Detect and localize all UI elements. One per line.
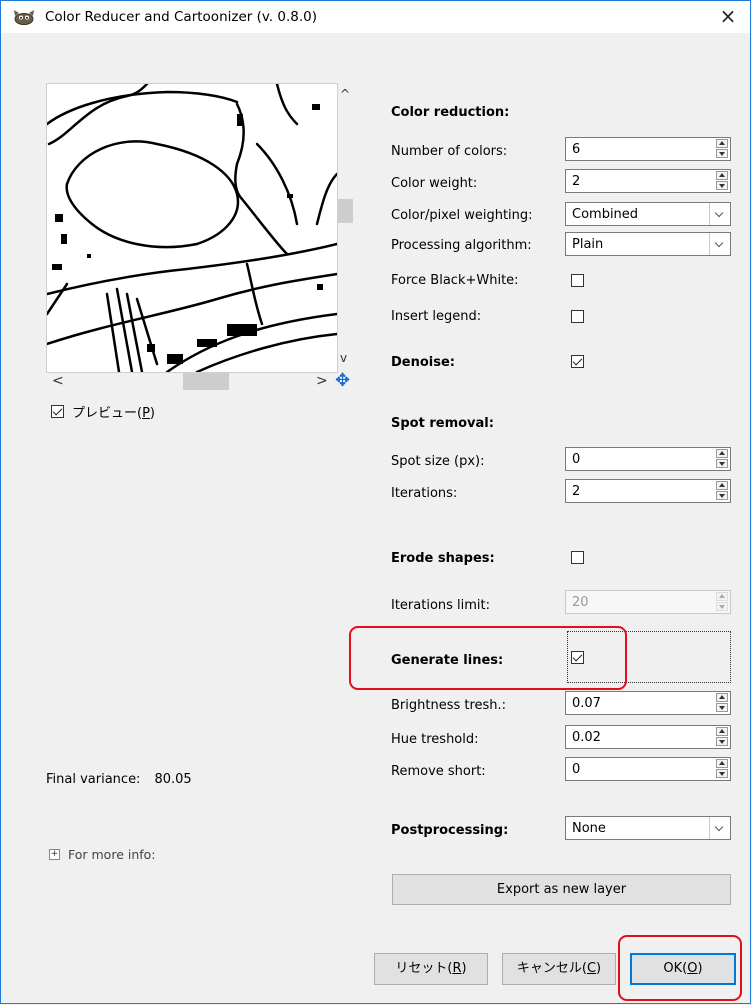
- iterations-limit-value: 20: [572, 595, 589, 610]
- decrement-icon[interactable]: [716, 181, 728, 190]
- preview-image[interactable]: [46, 83, 338, 373]
- decrement-icon: [716, 602, 728, 611]
- highlight-generate-lines: [349, 626, 627, 690]
- algorithm-select[interactable]: Plain: [565, 232, 731, 256]
- hue-threshold-label: Hue treshold:: [391, 732, 479, 747]
- preview-line-art: [47, 84, 337, 372]
- erode-shapes-checkbox[interactable]: [571, 551, 584, 564]
- final-variance-label: Final variance:: [46, 772, 141, 787]
- more-info-expander[interactable]: + For more info:: [49, 847, 156, 862]
- algorithm-value: Plain: [572, 237, 604, 252]
- increment-icon: [716, 592, 728, 601]
- preview-label: プレビュー(P): [72, 406, 155, 421]
- weighting-value: Combined: [572, 207, 639, 222]
- title-bar: Color Reducer and Cartoonizer (v. 0.8.0)…: [1, 1, 750, 33]
- cancel-label: キャンセル(C): [516, 961, 602, 976]
- increment-icon[interactable]: [716, 171, 728, 180]
- increment-icon[interactable]: [716, 759, 728, 768]
- number-of-colors-spinner[interactable]: 6: [565, 137, 731, 161]
- navigate-move-icon[interactable]: ✥: [335, 370, 350, 391]
- decrement-icon[interactable]: [716, 491, 728, 500]
- preview-vertical-scrollbar[interactable]: ^ v: [336, 83, 354, 371]
- reset-label: リセット(R): [395, 961, 467, 976]
- vertical-scroll-thumb[interactable]: [337, 199, 353, 223]
- iterations-limit-label: Iterations limit:: [391, 598, 491, 613]
- chevron-down-icon[interactable]: [709, 203, 730, 225]
- algorithm-label: Processing algorithm:: [391, 238, 532, 253]
- spot-size-value[interactable]: 0: [572, 452, 580, 467]
- spot-removal-heading: Spot removal:: [391, 416, 494, 431]
- color-weight-value[interactable]: 2: [572, 174, 580, 189]
- more-info-label: For more info:: [68, 847, 156, 862]
- dialog-window: Color Reducer and Cartoonizer (v. 0.8.0)…: [0, 0, 751, 1004]
- remove-short-spinner[interactable]: 0: [565, 757, 731, 781]
- number-of-colors-value[interactable]: 6: [572, 142, 580, 157]
- spot-iterations-label: Iterations:: [391, 486, 458, 501]
- weighting-select[interactable]: Combined: [565, 202, 731, 226]
- spot-iterations-spinner[interactable]: 2: [565, 479, 731, 503]
- remove-short-label: Remove short:: [391, 764, 486, 779]
- horizontal-scroll-thumb[interactable]: [183, 373, 229, 390]
- color-reduction-heading: Color reduction:: [391, 105, 510, 120]
- color-weight-spinner[interactable]: 2: [565, 169, 731, 193]
- preview-toggle[interactable]: プレビュー(P): [51, 402, 155, 421]
- expand-plus-icon[interactable]: +: [49, 849, 60, 860]
- increment-icon[interactable]: [716, 449, 728, 458]
- increment-icon[interactable]: [716, 481, 728, 490]
- force-bw-checkbox[interactable]: [571, 274, 584, 287]
- color-weight-label: Color weight:: [391, 176, 478, 191]
- spot-iterations-value[interactable]: 2: [572, 484, 580, 499]
- hue-threshold-spinner[interactable]: 0.02: [565, 725, 731, 749]
- weighting-label: Color/pixel weighting:: [391, 208, 533, 223]
- window-title: Color Reducer and Cartoonizer (v. 0.8.0): [45, 9, 318, 25]
- export-as-new-layer-button[interactable]: Export as new layer: [392, 874, 731, 905]
- iterations-limit-spinner: 20: [565, 590, 731, 614]
- increment-icon[interactable]: [716, 693, 728, 702]
- decrement-icon[interactable]: [716, 737, 728, 746]
- export-label: Export as new layer: [496, 882, 627, 897]
- denoise-checkbox[interactable]: [571, 355, 584, 368]
- reset-button[interactable]: リセット(R): [374, 953, 488, 985]
- force-bw-label: Force Black+White:: [391, 273, 519, 288]
- close-button[interactable]: ×: [706, 1, 750, 33]
- scroll-down-icon[interactable]: v: [340, 351, 347, 365]
- spot-size-spinner[interactable]: 0: [565, 447, 731, 471]
- preview-checkbox[interactable]: [51, 405, 64, 418]
- preview-horizontal-scrollbar[interactable]: < >: [46, 373, 336, 391]
- highlight-ok-button: [618, 935, 742, 1001]
- decrement-icon[interactable]: [716, 459, 728, 468]
- brightness-value[interactable]: 0.07: [572, 696, 601, 711]
- decrement-icon[interactable]: [716, 149, 728, 158]
- postprocessing-value: None: [572, 821, 606, 836]
- postprocessing-select[interactable]: None: [565, 816, 731, 840]
- decrement-icon[interactable]: [716, 703, 728, 712]
- spot-size-label: Spot size (px):: [391, 454, 485, 469]
- brightness-label: Brightness tresh.:: [391, 698, 507, 713]
- increment-icon[interactable]: [716, 727, 728, 736]
- number-of-colors-label: Number of colors:: [391, 144, 508, 159]
- scroll-up-icon[interactable]: ^: [340, 87, 350, 101]
- final-variance-value: 80.05: [154, 772, 192, 787]
- postprocessing-label: Postprocessing:: [391, 823, 509, 838]
- hue-threshold-value[interactable]: 0.02: [572, 730, 601, 745]
- remove-short-value[interactable]: 0: [572, 762, 580, 777]
- close-icon: ×: [719, 4, 737, 28]
- chevron-down-icon[interactable]: [709, 233, 730, 255]
- insert-legend-label: Insert legend:: [391, 309, 482, 324]
- cancel-button[interactable]: キャンセル(C): [502, 953, 616, 985]
- scroll-right-icon[interactable]: >: [316, 373, 328, 389]
- insert-legend-checkbox[interactable]: [571, 310, 584, 323]
- increment-icon[interactable]: [716, 139, 728, 148]
- denoise-label: Denoise:: [391, 355, 456, 370]
- gimp-icon: [14, 10, 34, 25]
- decrement-icon[interactable]: [716, 769, 728, 778]
- final-variance: Final variance: 80.05: [46, 772, 192, 787]
- erode-shapes-label: Erode shapes:: [391, 551, 495, 566]
- brightness-spinner[interactable]: 0.07: [565, 691, 731, 715]
- scroll-left-icon[interactable]: <: [52, 373, 64, 389]
- chevron-down-icon[interactable]: [709, 817, 730, 839]
